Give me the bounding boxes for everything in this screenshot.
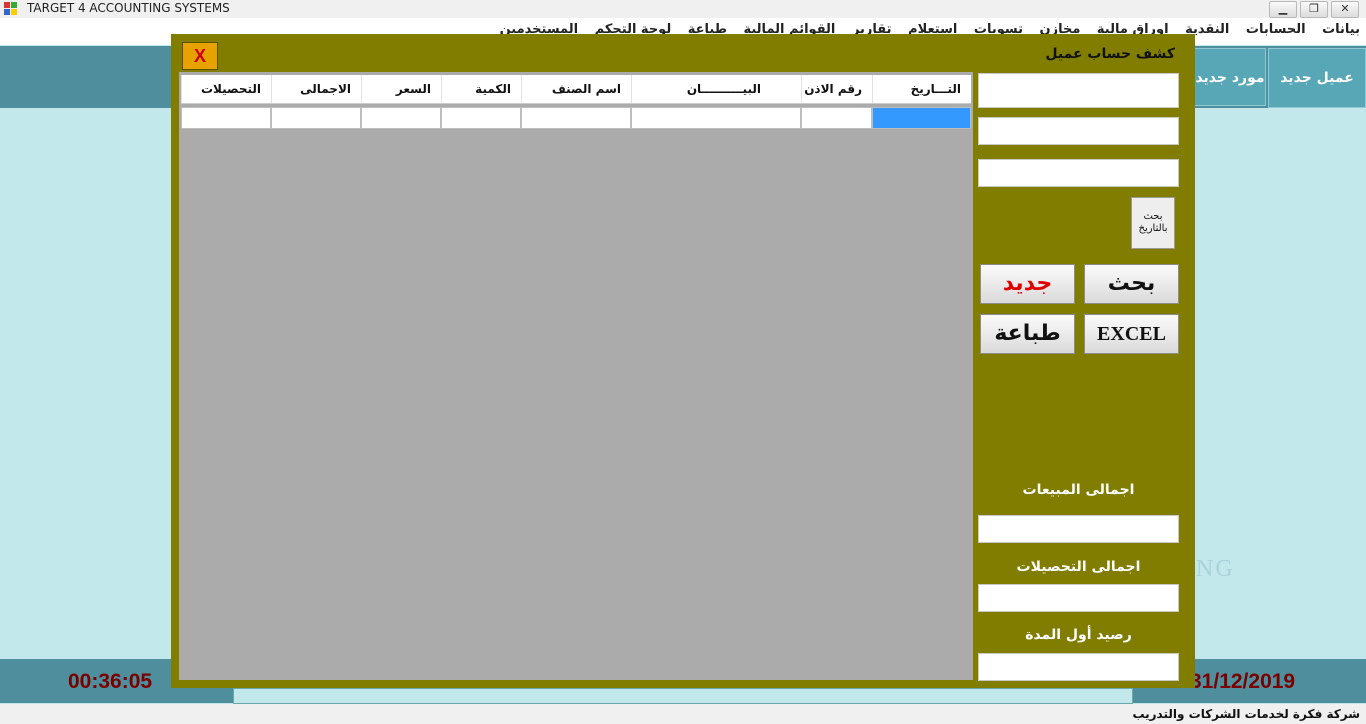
cell-permit-no[interactable] [801, 107, 872, 129]
col-header-item-name[interactable]: اسم الصنف [521, 75, 631, 103]
cell-collections[interactable] [181, 107, 271, 129]
new-customer-button[interactable]: عميل جديد [1268, 48, 1366, 108]
background-watermark: NG [1196, 556, 1235, 582]
company-name: شركة فكرة لخدمات الشركات والتدريب [1132, 707, 1360, 721]
total-collections-label: اجمالى التحصيلات [1016, 559, 1141, 575]
search-by-date-button[interactable]: بحث بالتاريخ [1131, 197, 1175, 249]
close-icon[interactable]: X [182, 42, 218, 70]
status-bar: شركة فكرة لخدمات الشركات والتدريب [0, 704, 1366, 724]
cell-total[interactable] [271, 107, 361, 129]
col-header-permit-no[interactable]: رقم الاذن [801, 75, 872, 103]
grid-header: التـــاريخ رقم الاذن البيــــــــــان اس… [181, 75, 971, 104]
minimize-button[interactable]: ▁ [1269, 1, 1297, 18]
excel-button[interactable]: EXCEL [1084, 314, 1179, 354]
menu-item-data[interactable]: بيانات [1322, 22, 1360, 37]
col-header-date[interactable]: التـــاريخ [872, 75, 971, 103]
col-header-collections[interactable]: التحصيلات [181, 75, 271, 103]
search-button[interactable]: بحث [1084, 264, 1179, 304]
restore-button[interactable]: ❐ [1300, 1, 1328, 18]
footer-panel [233, 688, 1133, 704]
new-button[interactable]: جديد [980, 264, 1075, 304]
col-header-quantity[interactable]: الكمية [441, 75, 521, 103]
print-button[interactable]: طباعة [980, 314, 1075, 354]
customer-field[interactable] [978, 73, 1179, 108]
clock: 00:36:05 [68, 670, 153, 693]
statement-grid[interactable]: التـــاريخ رقم الاذن البيــــــــــان اس… [179, 72, 973, 680]
dialog-title: كشف حساب عميل [1045, 46, 1175, 62]
window-titlebar: TARGET 4 ACCOUNTING SYSTEMS ▁ ❐ ✕ [0, 0, 1366, 18]
total-sales-label: اجمالى المبيعات [1022, 482, 1135, 498]
menu-item-accounts[interactable]: الحسابات [1246, 22, 1306, 37]
window-title: TARGET 4 ACCOUNTING SYSTEMS [27, 1, 230, 15]
opening-balance-field[interactable] [978, 653, 1179, 681]
opening-balance-label: رصيد أول المدة [1025, 627, 1132, 643]
cell-description[interactable] [631, 107, 801, 129]
cell-quantity[interactable] [441, 107, 521, 129]
customer-statement-dialog: كشف حساب عميل X التـــاريخ رقم الاذن الب… [171, 34, 1195, 688]
app-icon [4, 2, 18, 16]
col-header-price[interactable]: السعر [361, 75, 441, 103]
col-header-total[interactable]: الاجمالى [271, 75, 361, 103]
window-close-button[interactable]: ✕ [1331, 1, 1359, 18]
date-from-field[interactable] [978, 117, 1179, 145]
cell-date[interactable] [872, 107, 971, 129]
cell-price[interactable] [361, 107, 441, 129]
date-to-field[interactable] [978, 159, 1179, 187]
cell-item-name[interactable] [521, 107, 631, 129]
total-sales-field[interactable] [978, 515, 1179, 543]
current-date: 31/12/2019 [1190, 670, 1296, 693]
table-row[interactable] [181, 107, 971, 129]
total-collections-field[interactable] [978, 584, 1179, 612]
col-header-description[interactable]: البيــــــــــان [631, 75, 801, 103]
